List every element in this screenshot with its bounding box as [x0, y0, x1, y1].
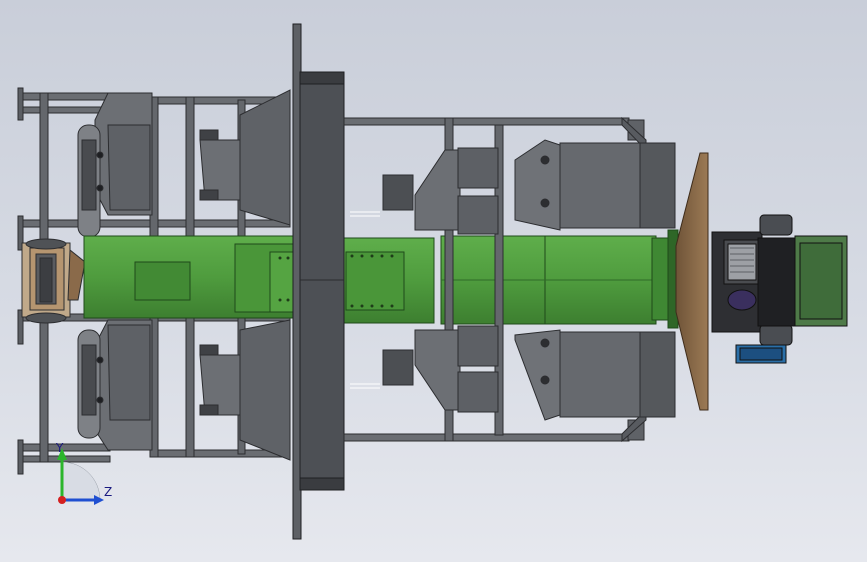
triad-y-label: Y: [55, 441, 64, 455]
machine-drawing[interactable]: Y Z: [0, 0, 867, 562]
triad-z-label: Z: [104, 485, 112, 499]
cad-viewport[interactable]: Y Z: [0, 0, 867, 562]
main-conveyor: [83, 229, 679, 329]
drive-unit: [711, 214, 848, 364]
center-column: [292, 23, 345, 540]
triad-plane-icon: [61, 461, 101, 501]
left-drum: [21, 238, 86, 324]
discharge-chute: [675, 152, 709, 411]
